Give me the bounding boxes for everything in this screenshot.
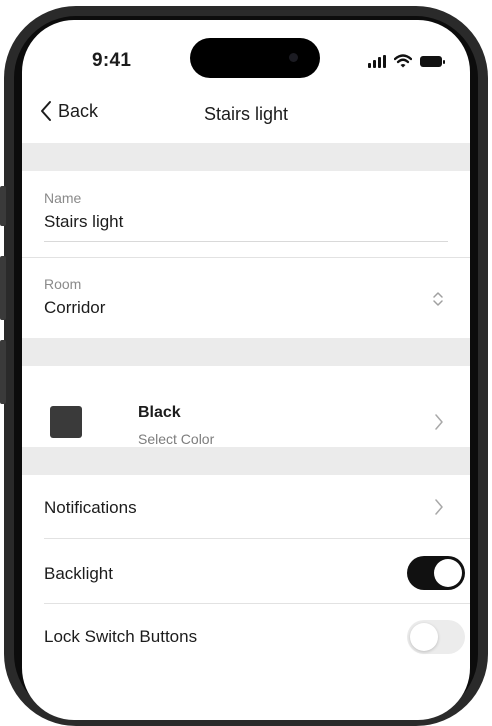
name-field[interactable]: Name Stairs light	[44, 190, 448, 232]
chevron-right-icon	[435, 414, 443, 430]
dynamic-island	[190, 38, 320, 78]
room-selector[interactable]: Room Corridor	[44, 276, 448, 318]
wifi-icon	[394, 54, 412, 68]
divider	[22, 257, 470, 258]
page-title: Stairs light	[203, 104, 289, 124]
chevron-up-down-icon[interactable]	[432, 290, 444, 308]
color-swatch	[50, 406, 82, 438]
toggle-knob	[434, 559, 462, 587]
lock-switch-buttons-label: Lock Switch Buttons	[44, 627, 198, 646]
battery-icon	[420, 55, 445, 67]
room-field-label: Room	[44, 276, 82, 292]
camera-icon	[289, 53, 298, 62]
toggle-knob	[410, 623, 438, 651]
status-bar: 9:41	[22, 20, 470, 84]
divider	[44, 538, 470, 539]
phone-screen: 9:41 Back Stairs light Name Stairs light	[22, 20, 470, 720]
color-name: Black	[138, 404, 181, 421]
phone-side-button	[0, 340, 6, 404]
room-field-value: Corridor	[44, 298, 106, 317]
phone-side-button	[0, 186, 6, 226]
section-separator	[22, 338, 470, 366]
section-separator	[22, 447, 470, 475]
cellular-signal-icon	[368, 54, 386, 68]
chevron-right-icon	[435, 499, 443, 515]
notifications-label: Notifications	[44, 498, 137, 517]
name-field-underline	[44, 241, 448, 242]
color-subtitle: Select Color	[138, 431, 215, 447]
backlight-toggle[interactable]	[407, 556, 465, 590]
lock-switch-buttons-toggle[interactable]	[407, 620, 465, 654]
navigation-bar: Back Stairs light	[22, 96, 470, 138]
divider	[44, 603, 470, 604]
status-time: 9:41	[92, 50, 132, 71]
status-icons	[368, 53, 445, 69]
name-field-value[interactable]: Stairs light	[44, 212, 448, 232]
backlight-label: Backlight	[44, 564, 113, 583]
section-separator	[22, 143, 470, 171]
phone-side-button	[0, 256, 6, 320]
name-field-label: Name	[44, 190, 82, 206]
